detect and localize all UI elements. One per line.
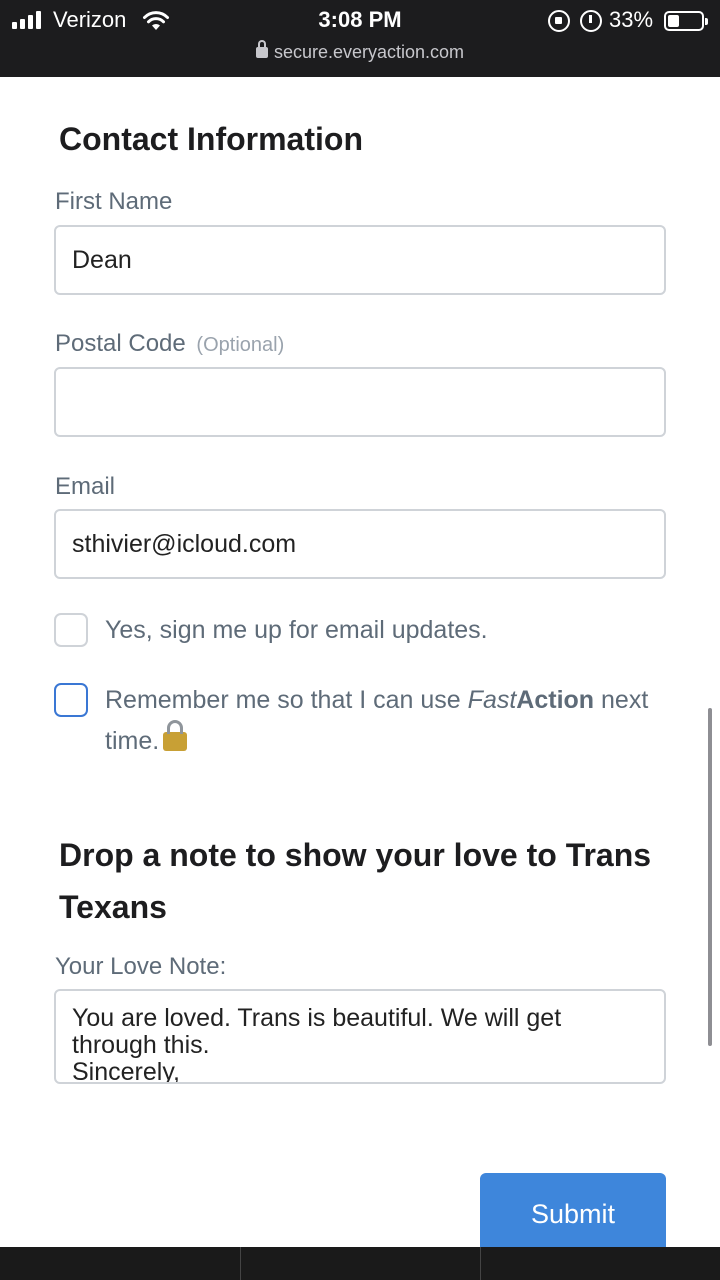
padlock-icon <box>255 40 268 58</box>
postal-code-input[interactable] <box>54 367 666 437</box>
fast-text: Fast <box>467 686 517 714</box>
note-heading: Drop a note to show your love to Trans T… <box>59 837 652 925</box>
address-bar[interactable]: secure.everyaction.com <box>0 40 720 63</box>
remember-text: Remember me so that I can use <box>105 686 468 714</box>
battery-percent: 33% <box>609 7 654 32</box>
url-text: secure.everyaction.com <box>273 42 465 62</box>
form-content: Contact Information First Name Dean Post… <box>0 77 720 1255</box>
lock-emoji-icon <box>163 720 188 751</box>
action-text: Action <box>516 686 595 714</box>
remember-label[interactable]: Remember me so that I can use FastAction… <box>105 680 665 762</box>
first-name-input[interactable]: Dean <box>54 225 666 295</box>
remember-checkbox[interactable] <box>54 683 88 717</box>
scrollbar[interactable] <box>708 708 712 1046</box>
optional-tag: (Optional) <box>196 334 285 356</box>
rotation-lock-icon <box>548 10 570 32</box>
bottom-toolbar-edge <box>0 1247 720 1280</box>
first-name-label: First Name <box>55 188 173 215</box>
love-note-textarea[interactable]: You are loved. Trans is beautiful. We wi… <box>54 989 666 1084</box>
postal-code-label-text: Postal Code <box>55 330 186 357</box>
signup-checkbox[interactable] <box>54 613 88 647</box>
status-bar: Verizon 3:08 PM 33% secure.everyaction.c… <box>0 0 720 77</box>
alarm-icon <box>580 10 602 32</box>
signup-label[interactable]: Yes, sign me up for email updates. <box>105 610 665 651</box>
love-note-label: Your Love Note: <box>55 953 227 980</box>
email-input[interactable]: sthivier@icloud.com <box>54 509 666 579</box>
postal-code-label: Postal Code (Optional) <box>55 330 284 358</box>
contact-heading: Contact Information <box>59 121 363 157</box>
email-label: Email <box>55 473 116 500</box>
battery-icon <box>664 11 708 31</box>
submit-button[interactable]: Submit <box>480 1173 666 1255</box>
